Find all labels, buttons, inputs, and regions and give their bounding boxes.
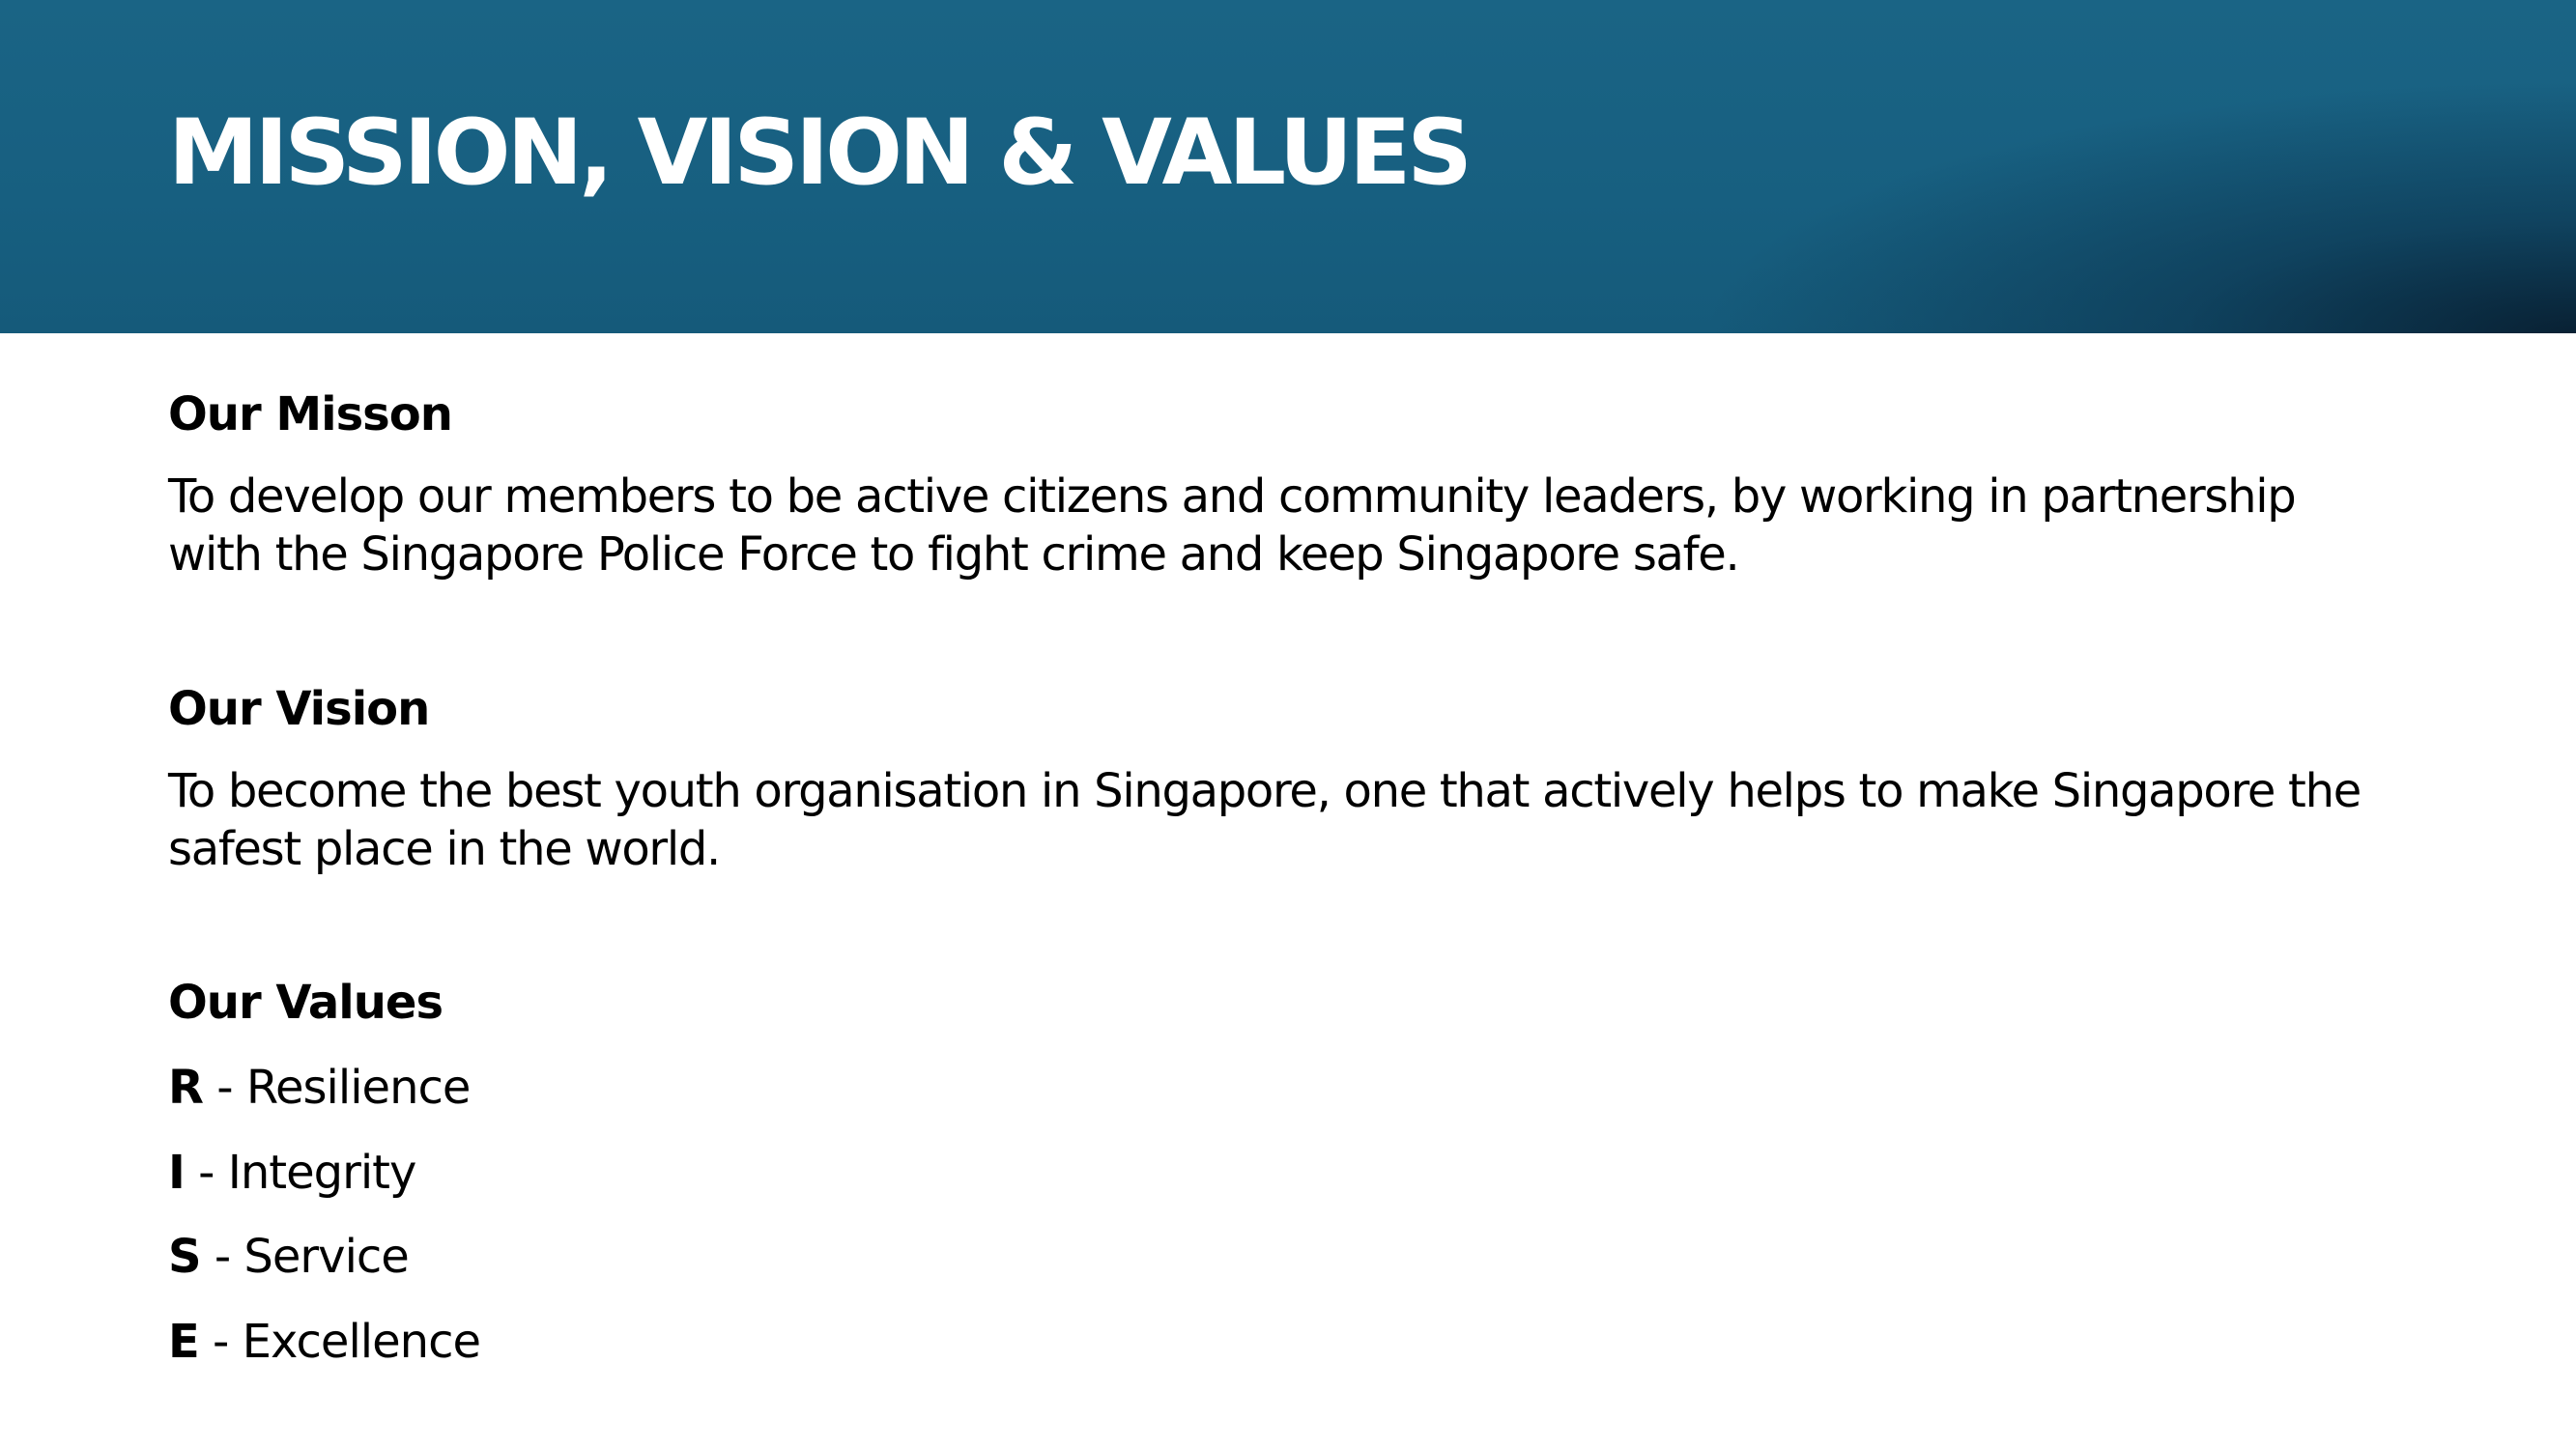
value-letter: R xyxy=(168,1061,204,1115)
value-letter: S xyxy=(168,1230,202,1284)
value-word: Excellence xyxy=(242,1315,481,1369)
mission-text-line: with the Singapore Police Force to fight… xyxy=(168,527,1740,582)
values-heading: Our Values xyxy=(168,976,444,1030)
value-item-excellence: E - Excellence xyxy=(168,1319,481,1365)
value-separator: - xyxy=(202,1061,246,1115)
mission-heading: Our Misson xyxy=(168,387,453,441)
value-separator: - xyxy=(200,1230,244,1284)
value-word: Service xyxy=(243,1230,409,1284)
vision-text-line: safest place in the world. xyxy=(168,822,721,876)
slide: MISSION, VISION & VALUES Our Misson To d… xyxy=(0,0,2576,1449)
value-item-resilience: R - Resilience xyxy=(168,1065,471,1111)
vision-text-line: To become the best youth organisation in… xyxy=(168,764,2361,818)
value-item-service: S - Service xyxy=(168,1234,410,1280)
value-separator: - xyxy=(184,1146,228,1200)
mission-text: To develop our members to be active citi… xyxy=(168,468,2487,583)
mission-text-line: To develop our members to be active citi… xyxy=(168,469,2297,524)
value-item-integrity: I - Integrity xyxy=(168,1150,416,1196)
value-letter: I xyxy=(168,1146,186,1200)
value-letter: E xyxy=(168,1315,200,1369)
value-word: Resilience xyxy=(245,1061,472,1115)
value-word: Integrity xyxy=(227,1146,417,1200)
vision-heading: Our Vision xyxy=(168,682,430,736)
value-separator: - xyxy=(198,1315,243,1369)
header-band: MISSION, VISION & VALUES xyxy=(0,0,2576,333)
vision-text: To become the best youth organisation in… xyxy=(168,762,2487,878)
slide-title: MISSION, VISION & VALUES xyxy=(168,100,1473,206)
